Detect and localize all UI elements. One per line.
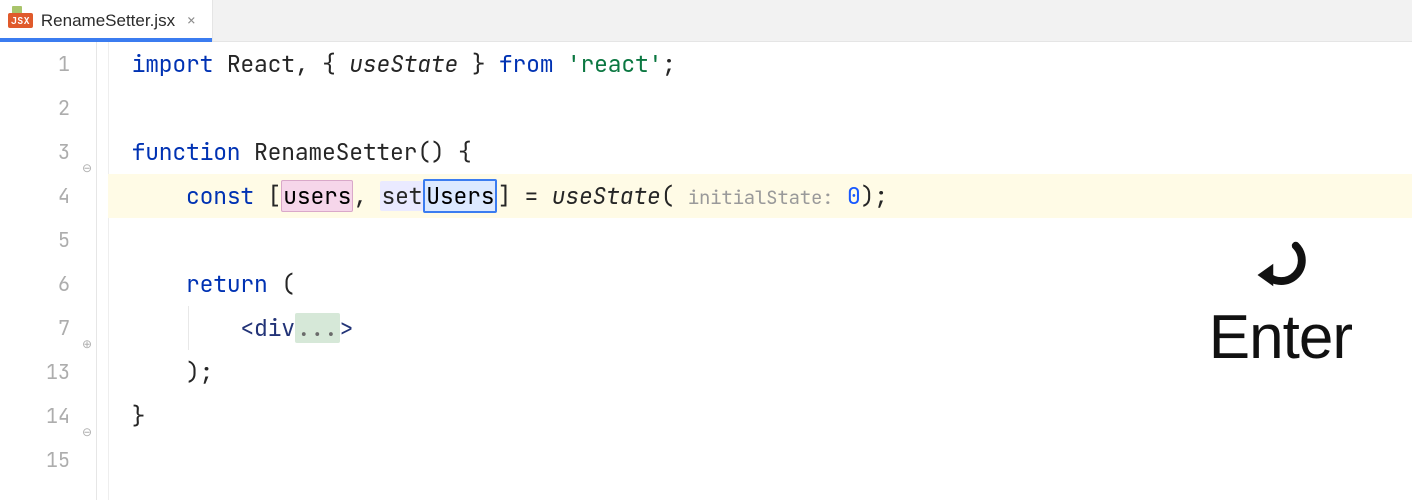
rename-target-highlight[interactable]: Users xyxy=(423,179,497,213)
line-number: 4 xyxy=(0,174,96,218)
line-number: 7 ⊕ xyxy=(0,306,96,350)
line-number: 14 ⊖ xyxy=(0,394,96,438)
code-line[interactable]: } xyxy=(108,394,1412,438)
code-line[interactable]: import React, { useState } from 'react'; xyxy=(108,42,1412,86)
editor[interactable]: 1 2 3 ⊖ 4 5 6 7 ⊕ 13 14 ⊖ 15 import Reac… xyxy=(0,42,1412,500)
line-number: 1 xyxy=(0,42,96,86)
folded-code-icon[interactable]: ... xyxy=(295,313,340,343)
line-number: 6 xyxy=(0,262,96,306)
tab-bar: JSX RenameSetter.jsx ✕ xyxy=(0,0,1412,42)
rename-source-highlight: users xyxy=(281,180,353,212)
line-number: 13 xyxy=(0,350,96,394)
code-line-active[interactable]: const [users, setUsers] = useState( init… xyxy=(108,174,1412,218)
parameter-hint: initialState: xyxy=(688,185,834,210)
line-number: 5 xyxy=(0,218,96,262)
line-number: 2 xyxy=(0,86,96,130)
tab-title: RenameSetter.jsx xyxy=(41,11,175,31)
code-line[interactable] xyxy=(108,86,1412,130)
fold-expand-icon[interactable]: ⊕ xyxy=(80,322,92,334)
close-icon[interactable]: ✕ xyxy=(183,12,199,30)
enter-key-label: Enter xyxy=(1209,302,1352,373)
code-line[interactable]: function RenameSetter() { xyxy=(108,130,1412,174)
tab-rename-setter[interactable]: JSX RenameSetter.jsx ✕ xyxy=(0,0,213,41)
enter-key-icon xyxy=(1244,230,1316,302)
line-number: 15 xyxy=(0,438,96,482)
fold-marker-icon[interactable]: ⊖ xyxy=(80,410,92,422)
enter-key-overlay: Enter xyxy=(1209,230,1352,373)
fold-marker-icon[interactable]: ⊖ xyxy=(80,146,92,158)
gutter: 1 2 3 ⊖ 4 5 6 7 ⊕ 13 14 ⊖ 15 xyxy=(0,42,96,500)
code-line[interactable] xyxy=(108,438,1412,482)
line-number: 3 ⊖ xyxy=(0,130,96,174)
jsx-file-icon: JSX xyxy=(8,13,33,28)
